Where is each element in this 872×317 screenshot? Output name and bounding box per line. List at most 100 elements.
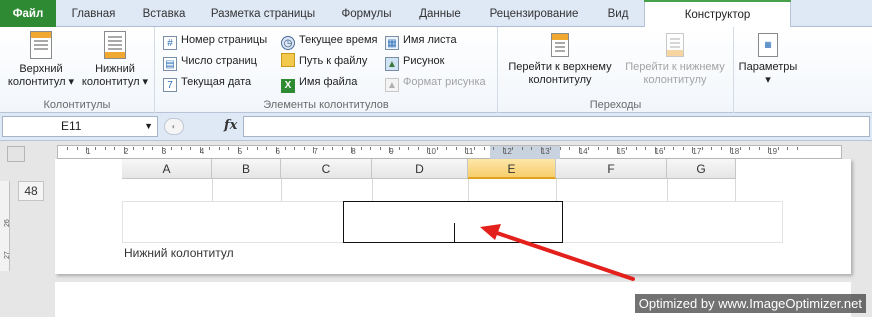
ruler-tick [436, 147, 438, 150]
ruler-number: 9 [389, 147, 394, 156]
ruler-tick [701, 147, 703, 150]
ruler-tick [133, 147, 135, 150]
group-navigation: Перейти к верхнему колонтитулу Перейти к… [498, 27, 734, 113]
tab-design[interactable]: Конструктор [644, 0, 791, 29]
ruler-tick [190, 147, 192, 150]
page-count-icon: ▤ [163, 57, 177, 71]
ruler-tick [512, 147, 514, 150]
tab-review[interactable]: Рецензирование [476, 0, 592, 27]
ruler-tick [218, 147, 220, 150]
ruler-tick [597, 147, 599, 150]
ruler-number: 16 [654, 147, 664, 156]
formula-resize-handle[interactable]: ◐ [164, 118, 184, 135]
row-header-48[interactable]: 48 [18, 181, 44, 201]
picture-icon: ▲ [385, 57, 399, 71]
current-time-button[interactable]: ◷ Текущее время [281, 32, 377, 50]
ruler-tick [209, 147, 211, 150]
chevron-down-icon[interactable]: ▼ [144, 117, 153, 136]
tab-formulas[interactable]: Формулы [329, 0, 404, 27]
format-picture-icon: ▲ [385, 78, 399, 92]
group-options: ▦ Параметры ▾ [734, 27, 802, 113]
ruler-tick [67, 147, 69, 150]
column-header-a[interactable]: A [122, 159, 212, 179]
current-date-button[interactable]: 7 Текущая дата [163, 74, 251, 92]
options-button[interactable]: ▦ Параметры ▾ [736, 33, 800, 87]
ruler-tick [645, 147, 647, 150]
ruler-tick [76, 147, 78, 150]
footer-button[interactable]: Нижний колонтитул ▾ [80, 31, 150, 89]
page-number-button[interactable]: # Номер страницы [163, 32, 267, 50]
format-picture-button[interactable]: ▲ Формат рисунка [385, 74, 486, 92]
goto-footer-button[interactable]: Перейти к нижнему колонтитулу [618, 33, 732, 87]
footer-caption: Нижний колонтитул [124, 246, 234, 260]
ruler-tick [379, 147, 381, 150]
footer-icon [104, 31, 126, 59]
goto-footer-icon [666, 33, 684, 57]
tab-data[interactable]: Данные [404, 0, 476, 27]
folder-icon [281, 53, 295, 67]
ruler-tick [531, 147, 533, 150]
ruler-tick [171, 147, 173, 150]
ruler-tick [588, 147, 590, 150]
header-button[interactable]: Верхний колонтитул ▾ [6, 31, 76, 89]
gridline [212, 179, 213, 201]
options-label: Параметры [738, 61, 798, 73]
sheet-name-label: Имя листа [403, 34, 457, 46]
tab-home[interactable]: Главная [56, 0, 131, 27]
ruler-tick [266, 147, 268, 150]
ruler-tick [142, 147, 144, 150]
cell-reference: E11 [61, 119, 82, 133]
column-header-f[interactable]: F [556, 159, 667, 179]
tab-view[interactable]: Вид [592, 0, 644, 27]
file-name-button[interactable]: X Имя файла [281, 74, 358, 93]
ruler-tick [322, 147, 324, 150]
header-button-label-2: колонтитул ▾ [7, 76, 75, 88]
insert-function-icon[interactable]: fx [224, 118, 237, 133]
ruler-tick [370, 147, 372, 150]
page-number-icon: # [163, 36, 177, 50]
ruler-tick [682, 147, 684, 150]
ruler-tick [758, 147, 760, 150]
ruler-tick [256, 147, 258, 150]
gridline [372, 179, 373, 201]
column-header-c[interactable]: C [281, 159, 372, 179]
gridline [667, 179, 668, 201]
ruler-tick [228, 147, 230, 150]
page-count-button[interactable]: ▤ Число страниц [163, 53, 257, 71]
ruler-tick [626, 147, 628, 150]
column-header-e[interactable]: E [468, 159, 556, 179]
goto-header-button[interactable]: Перейти к верхнему колонтитулу [502, 33, 618, 87]
tab-file[interactable]: Файл [0, 0, 56, 27]
group-label-navigation: Переходы [589, 99, 642, 111]
ruler-tick [550, 147, 552, 150]
ruler-number: 15 [616, 147, 626, 156]
tab-insert[interactable]: Вставка [131, 0, 197, 27]
sheet-name-button[interactable]: ▦ Имя листа [385, 32, 457, 50]
ruler-number: 6 [275, 147, 280, 156]
group-header-elements: # Номер страницы ▤ Число страниц 7 Текущая … [155, 27, 498, 113]
tab-page-layout[interactable]: Разметка страницы [197, 0, 329, 27]
ruler-tick [749, 147, 751, 150]
ruler-number: 2 [123, 147, 129, 156]
options-icon: ▦ [758, 33, 778, 57]
ruler-tick [493, 147, 495, 150]
name-box[interactable]: E11 ▼ [2, 116, 158, 137]
ruler-number: 18 [730, 147, 740, 156]
column-header-b[interactable]: B [212, 159, 281, 179]
footer-button-label-2: колонтитул ▾ [81, 76, 149, 88]
column-header-g[interactable]: G [667, 159, 736, 179]
goto-header-icon [551, 33, 569, 57]
select-all-corner[interactable] [7, 146, 25, 162]
footer-center-section[interactable] [343, 201, 563, 243]
ruler-number: 19 [768, 147, 778, 156]
file-name-label: Имя файла [299, 76, 358, 88]
ruler-number: 1 [86, 147, 91, 156]
picture-button[interactable]: ▲ Рисунок [385, 53, 445, 71]
formula-input[interactable] [243, 116, 870, 137]
ruler-number: 13 [540, 147, 550, 156]
ruler-number: 17 [692, 147, 702, 156]
column-header-d[interactable]: D [372, 159, 468, 179]
format-picture-label: Формат рисунка [403, 76, 486, 88]
ruler-tick [720, 147, 722, 150]
file-path-button[interactable]: Путь к файлу [281, 53, 367, 69]
